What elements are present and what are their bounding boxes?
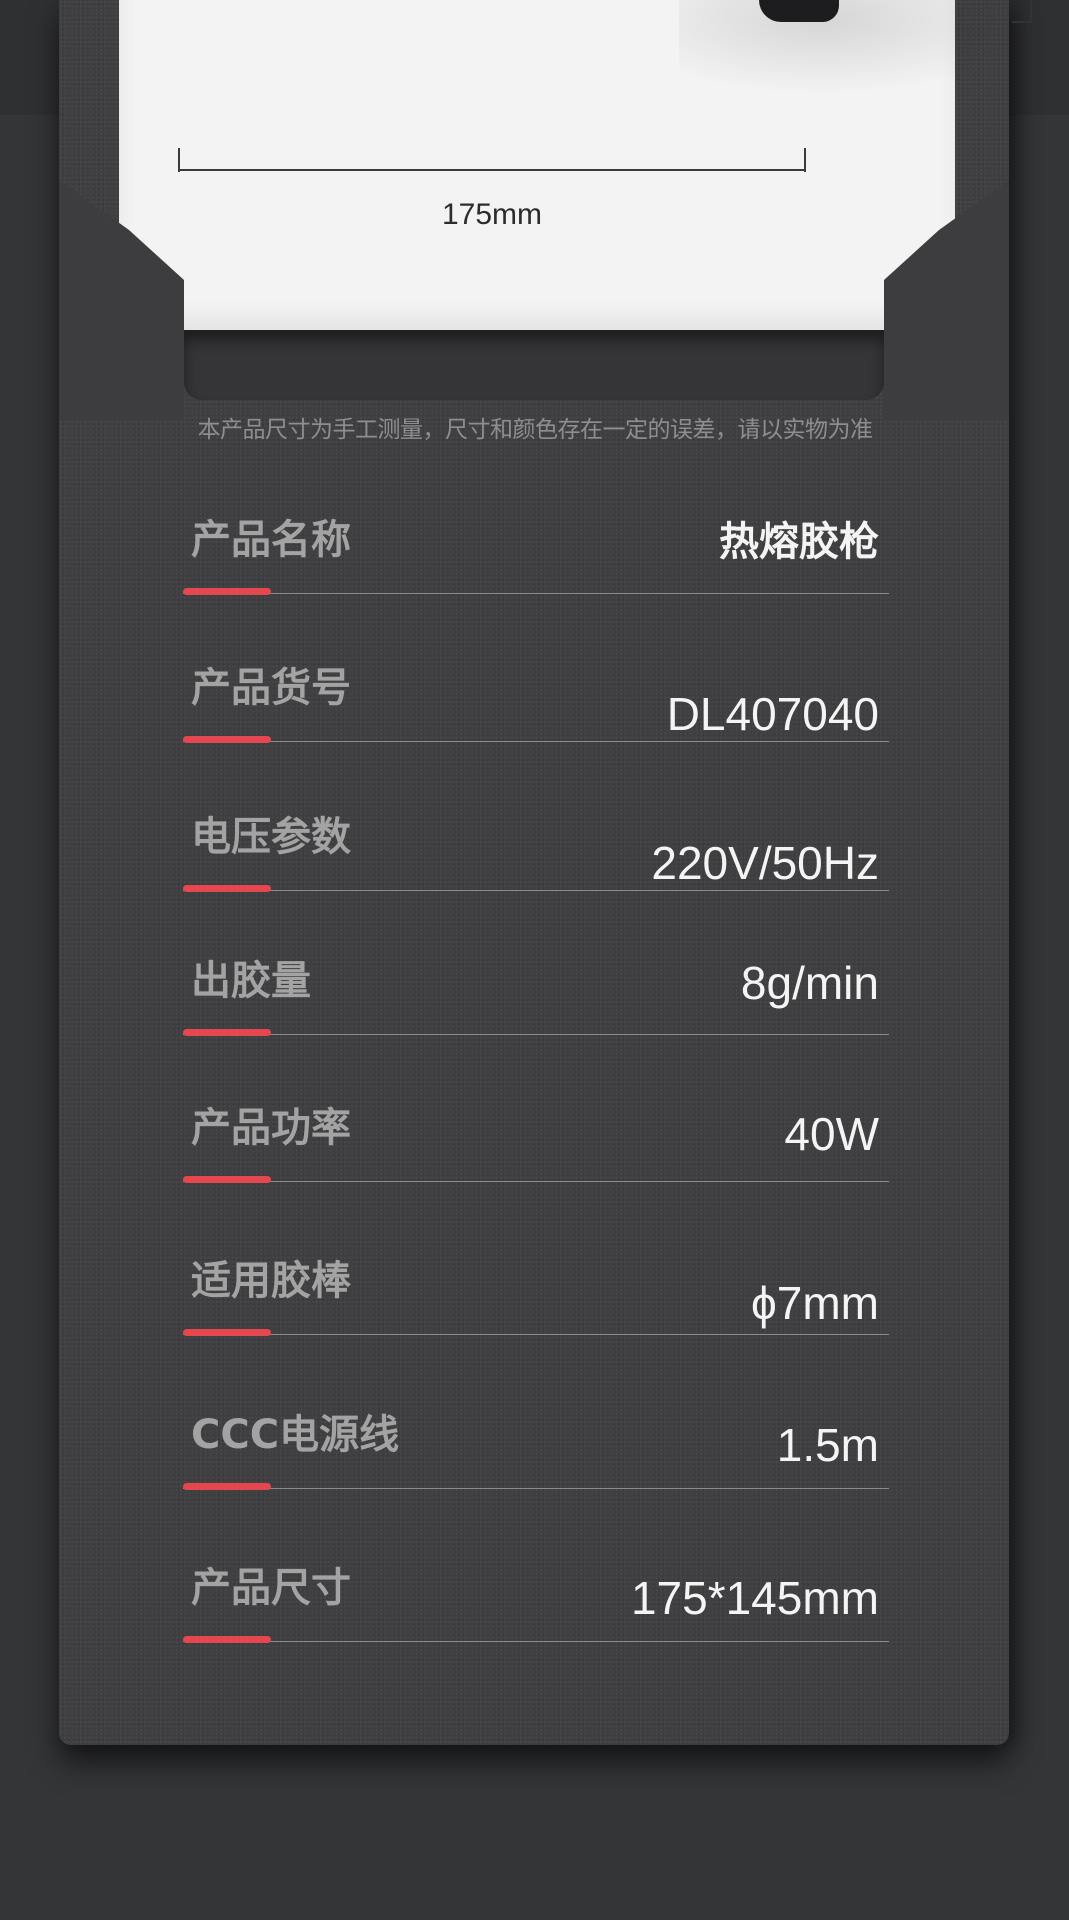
spec-value: 220V/50Hz — [651, 837, 879, 889]
spec-value: 8g/min — [740, 957, 879, 1009]
spec-value: ϕ7mm — [751, 1277, 879, 1329]
pocket-recess — [184, 330, 884, 400]
spec-label: 电压参数 — [191, 814, 351, 860]
right-pocket-flap — [884, 180, 1009, 420]
spec-value: 热熔胶枪 — [719, 519, 879, 565]
spec-label: CCC电源线 — [191, 1412, 400, 1458]
dimension-label: 175mm — [441, 198, 543, 231]
spec-divider — [183, 1641, 889, 1642]
spec-value: 1.5m — [776, 1419, 879, 1471]
spec-page: 175mm 本产品尺寸为手工测量，尺寸和颜色存在一定的误差，请以实物为准 产品名… — [0, 0, 1069, 1920]
spec-row: 产品货号 DL407040 — [183, 643, 889, 773]
spec-divider — [183, 1034, 889, 1035]
spec-row: 适用胶棒 ϕ7mm — [183, 1236, 889, 1366]
spec-accent-bar — [183, 1176, 271, 1183]
spec-row: 产品尺寸 175*145mm — [183, 1543, 889, 1673]
spec-label: 产品货号 — [191, 665, 351, 711]
spec-accent-bar — [183, 588, 271, 595]
measurement-disclaimer: 本产品尺寸为手工测量，尺寸和颜色存在一定的误差，请以实物为准 — [197, 417, 874, 443]
spec-row: 电压参数 220V/50Hz — [183, 792, 889, 922]
spec-accent-bar — [183, 1636, 271, 1643]
product-image-fragment — [759, 0, 839, 22]
spec-divider — [183, 890, 889, 891]
spec-divider — [183, 741, 889, 742]
dimension-corner-mark — [1012, 0, 1032, 23]
spec-label: 产品尺寸 — [191, 1565, 351, 1611]
spec-accent-bar — [183, 1483, 271, 1490]
spec-value: 40W — [784, 1108, 879, 1160]
spec-row: 产品功率 40W — [183, 1083, 889, 1213]
spec-label: 产品名称 — [191, 517, 351, 563]
spec-row: 出胶量 8g/min — [183, 936, 889, 1066]
dimension-cap-right — [804, 148, 806, 172]
dimension-cap-left — [178, 148, 180, 172]
spec-value: DL407040 — [666, 688, 879, 740]
spec-divider — [183, 593, 889, 594]
spec-label: 出胶量 — [191, 958, 311, 1004]
dimension-bar — [178, 169, 806, 171]
spec-accent-bar — [183, 736, 271, 743]
spec-value: 175*145mm — [630, 1572, 879, 1624]
spec-divider — [183, 1334, 889, 1335]
product-shadow — [679, 0, 1039, 95]
spec-accent-bar — [183, 1029, 271, 1036]
spec-divider — [183, 1488, 889, 1489]
spec-accent-bar — [183, 1329, 271, 1336]
spec-label: 产品功率 — [191, 1105, 351, 1151]
left-pocket-flap — [59, 180, 184, 420]
spec-row: CCC电源线 1.5m — [183, 1390, 889, 1520]
spec-label: 适用胶棒 — [191, 1258, 351, 1304]
spec-divider — [183, 1181, 889, 1182]
dimension-line — [178, 148, 806, 172]
spec-row: 产品名称 热熔胶枪 — [183, 495, 889, 625]
spec-accent-bar — [183, 885, 271, 892]
